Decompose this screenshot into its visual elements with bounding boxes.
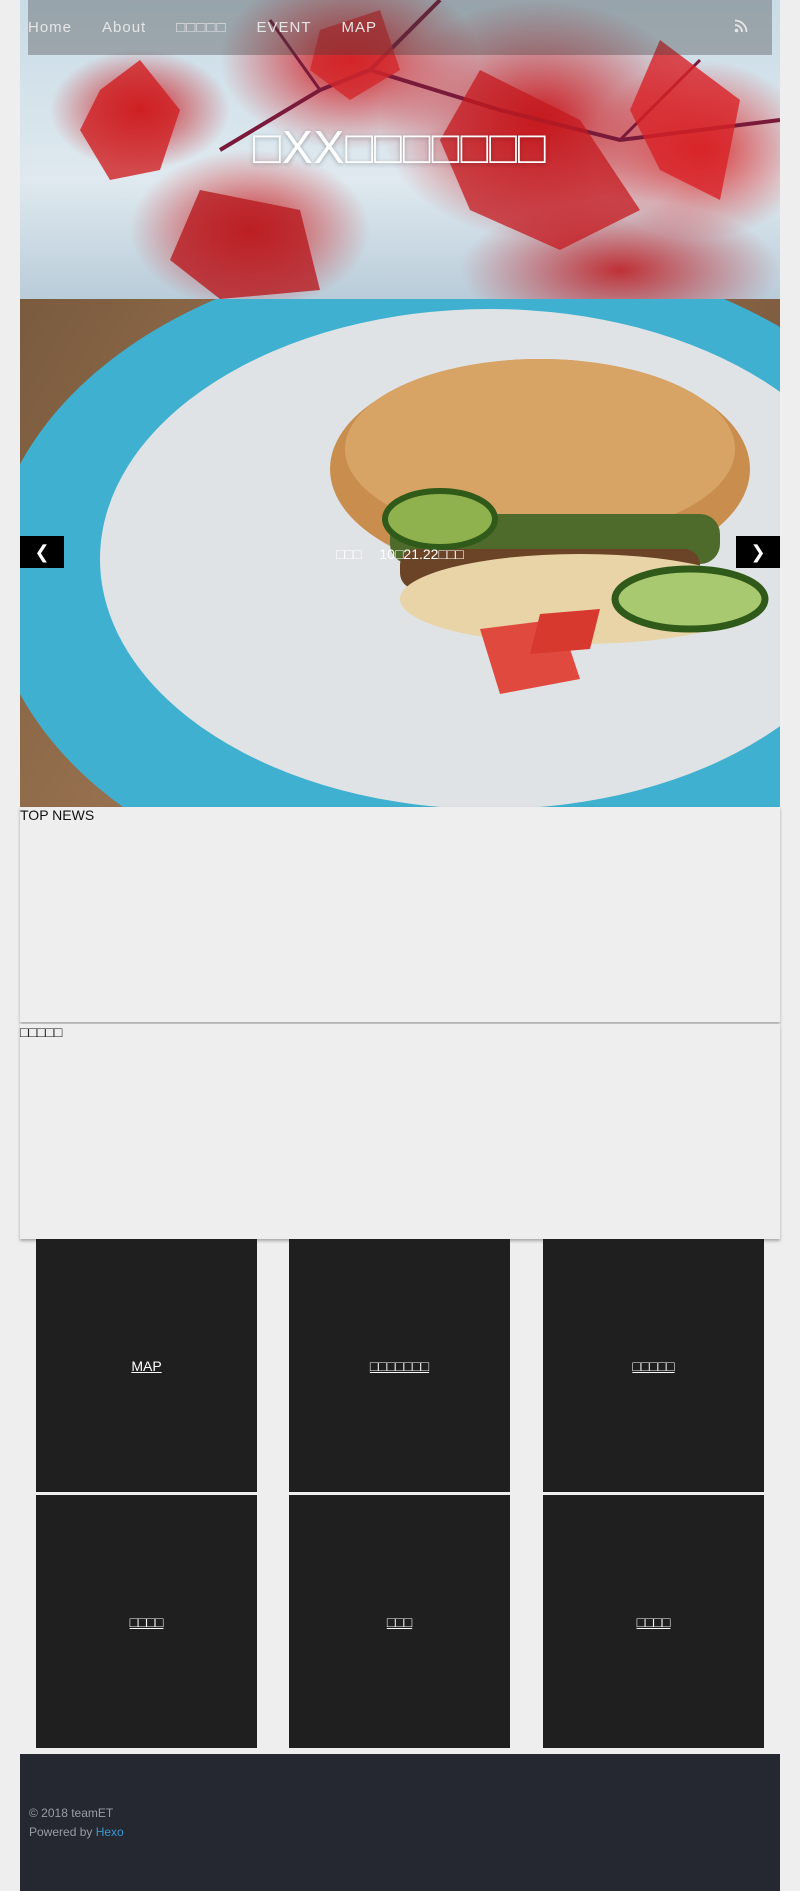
- nav-map[interactable]: MAP: [342, 19, 388, 36]
- tile-2[interactable]: □□□□□□□: [289, 1239, 510, 1492]
- footer-powered-text: Powered by: [29, 1825, 96, 1839]
- top-news-title: TOP NEWS: [20, 807, 95, 823]
- tile-3[interactable]: □□□□□: [543, 1239, 764, 1492]
- tile-6[interactable]: □□□□: [543, 1495, 764, 1748]
- nav-item-3[interactable]: □□□□□: [176, 19, 236, 36]
- tile-5-link[interactable]: □□□: [387, 1614, 412, 1630]
- tile-6-link[interactable]: □□□□: [637, 1614, 671, 1630]
- site-footer: © 2018 teamET Powered by Hexo: [20, 1754, 780, 1891]
- top-navbar: Home About □□□□□ EVENT MAP: [28, 0, 772, 55]
- tile-5[interactable]: □□□: [289, 1495, 510, 1748]
- nav-about[interactable]: About: [102, 19, 156, 36]
- header-banner: Home About □□□□□ EVENT MAP □XX□□□□□□□: [20, 0, 780, 299]
- slider-next-button[interactable]: ❯: [736, 536, 780, 568]
- tile-grid: MAP □□□□□□□ □□□□□ □□□□ □□□ □□□□: [20, 1239, 780, 1754]
- tile-map[interactable]: MAP: [36, 1239, 257, 1492]
- top-news-panel: TOP NEWS: [20, 807, 780, 1022]
- tile-4-link[interactable]: □□□□: [130, 1614, 164, 1630]
- tile-4[interactable]: □□□□: [36, 1495, 257, 1748]
- footer-copyright: © 2018 teamET: [29, 1806, 114, 1820]
- nav-event[interactable]: EVENT: [257, 19, 322, 36]
- site-title: □XX□□□□□□□: [253, 121, 547, 173]
- second-panel: □□□□□: [20, 1024, 780, 1239]
- rss-icon[interactable]: [734, 19, 748, 33]
- image-slider: ❮ □□□ 10□21.22□□□ ❯: [20, 299, 780, 807]
- nav-home[interactable]: Home: [28, 19, 82, 36]
- footer-powered: Powered by Hexo: [29, 1825, 124, 1839]
- tile-3-link[interactable]: □□□□□: [632, 1358, 674, 1374]
- hexo-link[interactable]: Hexo: [96, 1825, 124, 1839]
- tile-map-link[interactable]: MAP: [131, 1358, 161, 1374]
- tile-2-link[interactable]: □□□□□□□: [370, 1358, 429, 1374]
- slide-caption: □□□ 10□21.22□□□: [336, 546, 464, 562]
- second-panel-title: □□□□□: [20, 1024, 63, 1040]
